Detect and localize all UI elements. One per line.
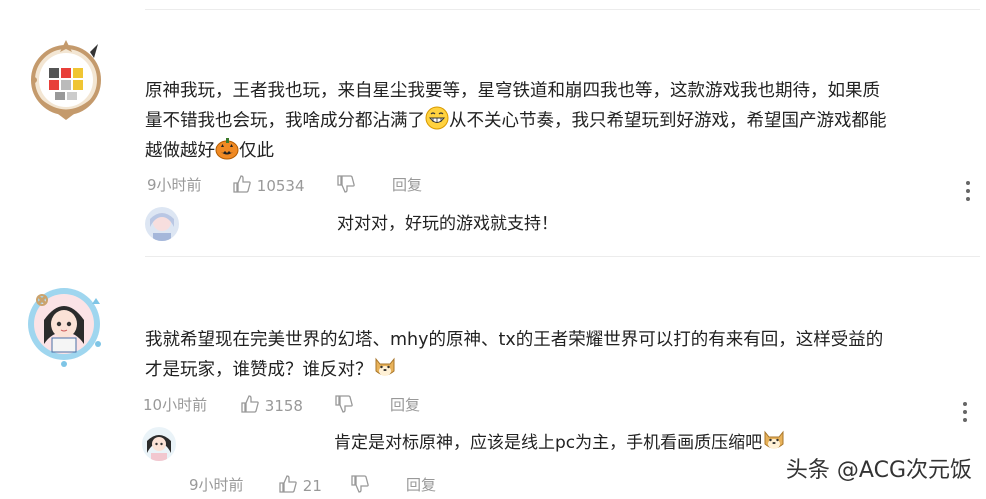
more-vertical-icon[interactable] [963,181,973,203]
anime-avatar-icon [145,207,179,241]
doge-emoji-icon [764,430,784,449]
thumbs-down-icon [335,395,353,413]
reply-2-time: 9小时前 [189,476,244,494]
comment-2-reply-button[interactable]: 回复 [390,395,420,415]
comment-1-like-button[interactable]: 10534 [232,174,305,196]
comment-2-line-2-text: 才是玩家，谁赞成？谁反对？ [145,360,373,380]
comment-2-line-1: 我就希望现在完美世界的幻塔、mhy的原神、tx的王者荣耀世界可以打的有来有回，这… [145,330,884,350]
doge-emoji-icon [375,357,394,376]
more-vertical-icon[interactable] [960,402,970,424]
reply-2-avatar[interactable] [142,427,176,461]
comment-1-line-3b-text: 仅此 [239,141,274,161]
reply-2-like-button[interactable]: 21 [278,474,322,496]
comment-1-line-3: 越做越好 仅此 [145,136,887,166]
reply-2-text-content: 肯定是对标原神，应该是线上pc为主，手机看画质压缩吧 [334,433,763,453]
reply-1-text: 对对对，好玩的游戏就支持！ [337,214,558,234]
comment-1-like-count: 10534 [256,177,305,195]
comment-2-dislike-button[interactable] [334,394,354,419]
thumbs-down-icon [351,475,369,493]
comment-1-reply-button[interactable]: 回复 [392,175,422,195]
comment-1-dislike-button[interactable] [336,174,356,199]
comment-2-like-count: 3158 [264,397,303,415]
top-divider [145,9,980,10]
comment-1-avatar[interactable] [20,30,112,122]
reply-1-avatar[interactable] [145,207,179,241]
reply-2-text: 肯定是对标原神，应该是线上pc为主，手机看画质压缩吧 [334,428,786,457]
comment-1-text: 原神我玩，王者我也玩，来自星尘我要等，星穹铁道和崩四我也等，这款游戏我也期待，如… [145,77,887,166]
reply-2-dislike-button[interactable] [350,474,370,499]
thumbs-up-icon [279,475,297,493]
comment-1-line-3-text: 越做越好 [145,141,215,161]
comment-2-avatar[interactable] [16,274,108,367]
anime-girl-avatar-frame-icon [28,288,101,367]
comment-divider [145,256,980,257]
ornate-avatar-frame-icon [31,40,101,120]
comment-2-line-2: 才是玩家，谁赞成？谁反对？ [145,355,883,385]
comment-2-text: 我就希望现在完美世界的幻塔、mhy的原神、tx的王者荣耀世界可以打的有来有回，这… [145,326,883,385]
thumbs-up-icon [233,175,251,193]
watermark: 头条 @ACG次元饭 [785,458,972,483]
anime-avatar-icon [142,427,176,461]
grinning-emoji-icon [425,106,449,130]
thumbs-up-icon [241,395,259,413]
comment-1-line-2: 量不错我也会玩，我啥成分都沾满了 从不关心节奏，我只希望玩到好游戏，希望国产游戏都… [145,106,887,136]
comment-2-like-button[interactable]: 3158 [240,394,303,416]
reply-2-reply-button[interactable]: 回复 [406,475,436,495]
comment-1-line-2b-text: 从不关心节奏，我只希望玩到好游戏，希望国产游戏都能 [449,111,887,131]
reply-2-like-count: 21 [302,477,322,495]
comment-1-time: 9小时前 [147,176,202,194]
comment-2-time: 10小时前 [143,396,208,414]
thumbs-down-icon [337,175,355,193]
comment-1-line-2-text: 量不错我也会玩，我啥成分都沾满了 [145,111,425,131]
comment-1-line-1: 原神我玩，王者我也玩，来自星尘我要等，星穹铁道和崩四我也等，这款游戏我也期待，如… [145,81,880,101]
pumpkin-emoji-icon [215,138,239,160]
